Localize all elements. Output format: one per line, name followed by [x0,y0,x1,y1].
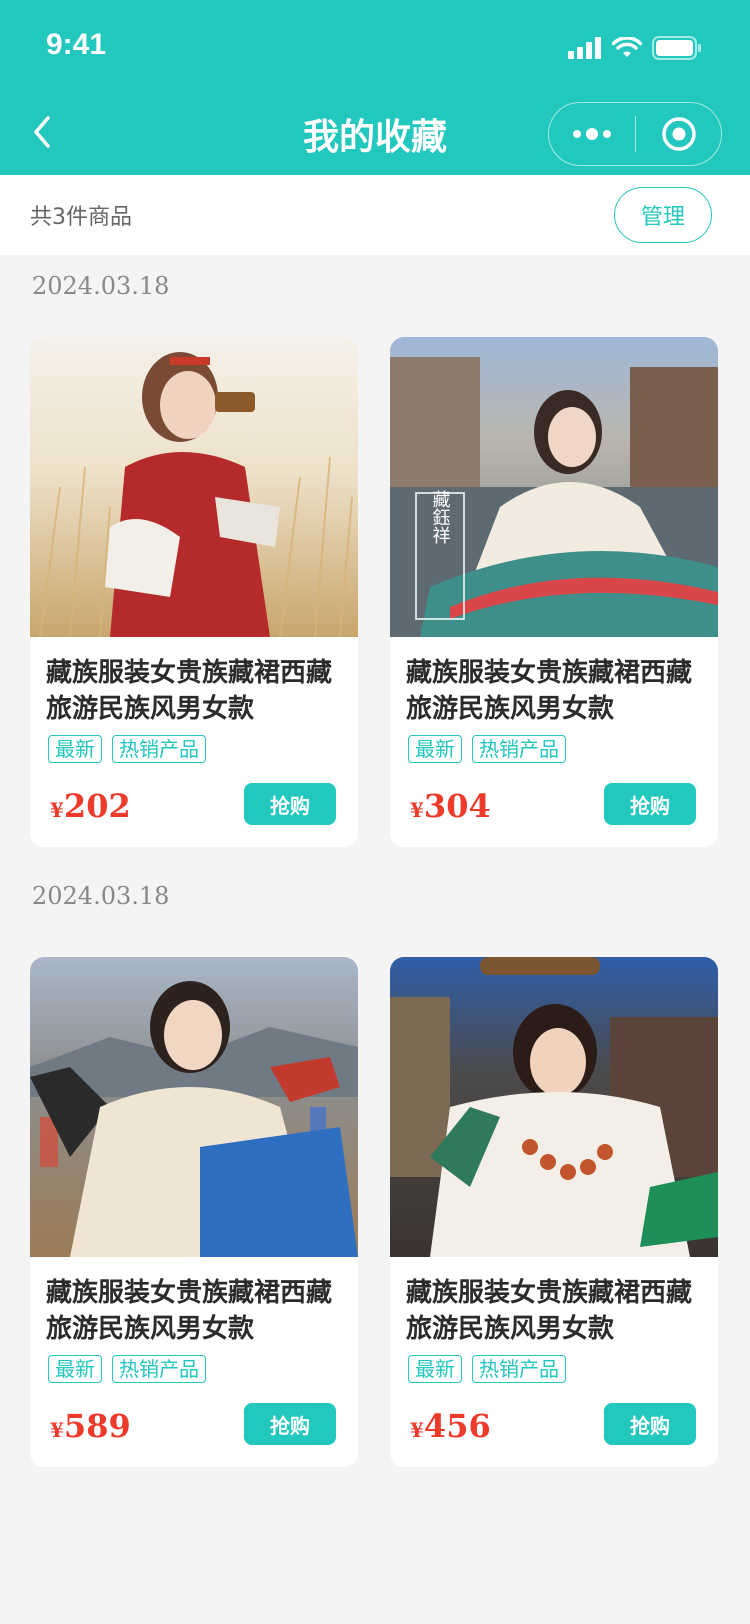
tag-hot: 热销产品 [472,1355,566,1383]
price-value: 456 [423,1407,491,1445]
tag-hot: 热销产品 [112,735,206,763]
product-image[interactable] [390,957,718,1257]
product-image[interactable]: 藏鈺祥 [390,337,718,637]
signal-icon [568,37,601,59]
product-price: ¥304 [410,787,491,825]
product-image[interactable] [30,337,358,637]
target-circle-icon [661,117,696,151]
tag-new: 最新 [48,735,102,763]
tag-new: 最新 [408,735,462,763]
currency-symbol: ¥ [50,798,64,822]
product-tags: 最新 热销产品 [48,735,206,763]
buy-button[interactable]: 抢购 [244,783,336,825]
buy-button[interactable]: 抢购 [604,1403,696,1445]
wifi-icon [612,37,642,57]
manage-button[interactable]: 管理 [614,187,712,243]
product-photo [30,957,358,1257]
product-photo: 藏鈺祥 [390,337,718,637]
product-price: ¥456 [410,1407,491,1445]
product-card[interactable]: 藏族服装女贵族藏裙西藏旅游民族风男女款 最新 热销产品 ¥589 抢购 [30,957,358,1467]
buy-button[interactable]: 抢购 [244,1403,336,1445]
currency-symbol: ¥ [50,1418,64,1442]
price-value: 589 [63,1407,131,1445]
more-button[interactable] [549,103,635,165]
price-value: 304 [423,787,491,825]
image-overlay-text: 藏鈺祥 [430,490,451,544]
summary-bar: 共3件商品 管理 [0,175,750,255]
status-icons [568,36,702,60]
product-title: 藏族服装女贵族藏裙西藏旅游民族风男女款 [46,1278,333,1344]
tag-new: 最新 [48,1355,102,1383]
item-count: 共3件商品 [30,205,132,230]
tag-new: 最新 [408,1355,462,1383]
mini-program-capsule [548,102,722,166]
tag-hot: 热销产品 [472,735,566,763]
tag-hot: 热销产品 [112,1355,206,1383]
currency-symbol: ¥ [410,1418,424,1442]
product-title: 藏族服装女贵族藏裙西藏旅游民族风男女款 [46,658,333,724]
product-title: 藏族服装女贵族藏裙西藏旅游民族风男女款 [406,658,693,724]
status-time: 9:41 [46,28,107,61]
product-price: ¥589 [50,1407,131,1445]
product-tags: 最新 热销产品 [48,1355,206,1383]
group-date: 2024.03.18 [32,272,170,300]
nav-header: 9:41 我的收藏 [0,0,750,175]
price-value: 202 [63,787,131,825]
currency-symbol: ¥ [410,798,424,822]
product-tags: 最新 热销产品 [408,735,566,763]
product-photo [30,337,358,637]
more-dots-icon [573,128,611,140]
close-program-button[interactable] [636,103,721,165]
product-title: 藏族服装女贵族藏裙西藏旅游民族风男女款 [406,1278,693,1344]
buy-button[interactable]: 抢购 [604,783,696,825]
group-date: 2024.03.18 [32,882,170,910]
product-price: ¥202 [50,787,131,825]
product-card[interactable]: 藏族服装女贵族藏裙西藏旅游民族风男女款 最新 热销产品 ¥202 抢购 [30,337,358,847]
product-card[interactable]: 藏鈺祥 藏族服装女贵族藏裙西藏旅游民族风男女款 最新 热销产品 ¥304 抢购 [390,337,718,847]
product-image[interactable] [30,957,358,1257]
battery-icon [652,36,701,60]
product-tags: 最新 热销产品 [408,1355,566,1383]
product-photo [390,957,718,1257]
product-card[interactable]: 藏族服装女贵族藏裙西藏旅游民族风男女款 最新 热销产品 ¥456 抢购 [390,957,718,1467]
